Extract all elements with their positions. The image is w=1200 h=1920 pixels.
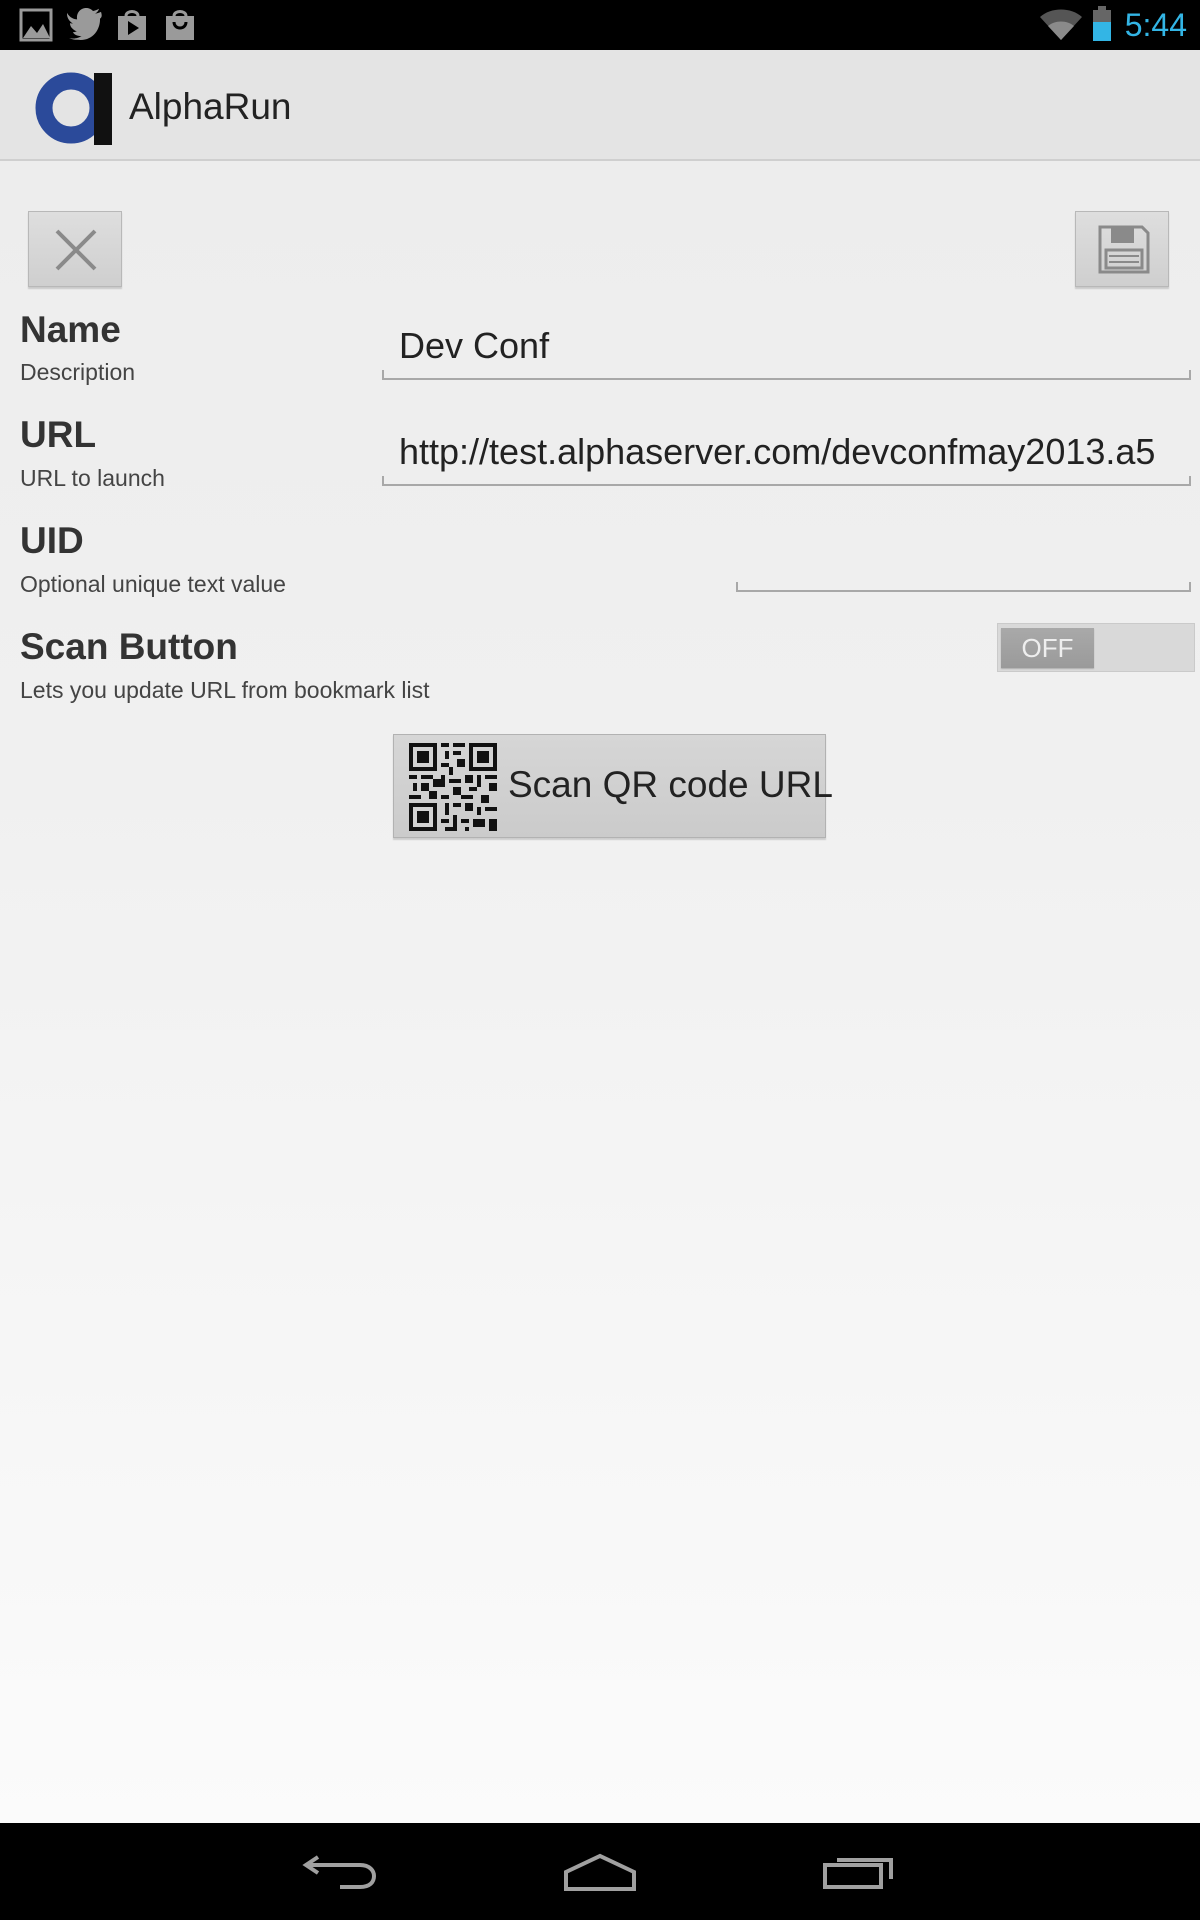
url-input[interactable] <box>382 426 1191 478</box>
scan-button-setting-description: Lets you update URL from bookmark list <box>20 677 430 703</box>
recent-apps-button[interactable] <box>803 1841 913 1901</box>
app-logo-icon[interactable] <box>35 70 115 146</box>
url-description: URL to launch <box>20 465 165 491</box>
uid-field-underline <box>736 582 1191 592</box>
name-field-underline <box>382 370 1191 380</box>
back-button[interactable] <box>288 1841 398 1901</box>
name-field[interactable] <box>382 320 1191 380</box>
uid-input[interactable] <box>736 532 1191 584</box>
scan-button-toggle[interactable]: OFF <box>997 623 1195 672</box>
action-bar: AlphaRun <box>0 50 1200 161</box>
scan-qr-code-label: Scan QR code URL <box>508 764 833 805</box>
name-input[interactable] <box>382 320 1191 372</box>
status-bar: 5:44 <box>0 0 1200 50</box>
close-icon <box>55 229 97 271</box>
home-icon <box>564 1853 636 1891</box>
qr-code-icon <box>409 743 497 836</box>
navigation-bar <box>0 1823 1200 1920</box>
name-label: Name <box>20 309 121 350</box>
url-field[interactable] <box>382 426 1191 486</box>
gallery-icon <box>19 8 53 47</box>
save-button[interactable] <box>1075 211 1169 287</box>
wifi-icon <box>1039 9 1083 46</box>
app-title: AlphaRun <box>129 86 292 127</box>
status-time: 5:44 <box>1124 7 1187 43</box>
shopping-bag-icon <box>163 8 197 47</box>
play-store-icon <box>115 8 149 47</box>
close-button[interactable] <box>28 211 122 287</box>
recent-apps-icon <box>823 1858 893 1889</box>
name-description: Description <box>20 359 136 385</box>
toggle-thumb: OFF <box>1001 628 1094 668</box>
home-button[interactable] <box>545 1841 655 1901</box>
battery-icon <box>1092 6 1112 47</box>
scan-button-setting-label: Scan Button <box>20 626 238 667</box>
url-field-underline <box>382 476 1191 486</box>
uid-field[interactable] <box>736 532 1191 592</box>
uid-label: UID <box>20 520 84 561</box>
url-label: URL <box>20 414 97 455</box>
back-icon <box>302 1855 377 1889</box>
twitter-icon <box>66 7 103 47</box>
save-icon <box>1098 225 1150 274</box>
scan-qr-code-button[interactable]: Scan QR code URL <box>393 734 833 838</box>
uid-description: Optional unique text value <box>20 571 286 597</box>
